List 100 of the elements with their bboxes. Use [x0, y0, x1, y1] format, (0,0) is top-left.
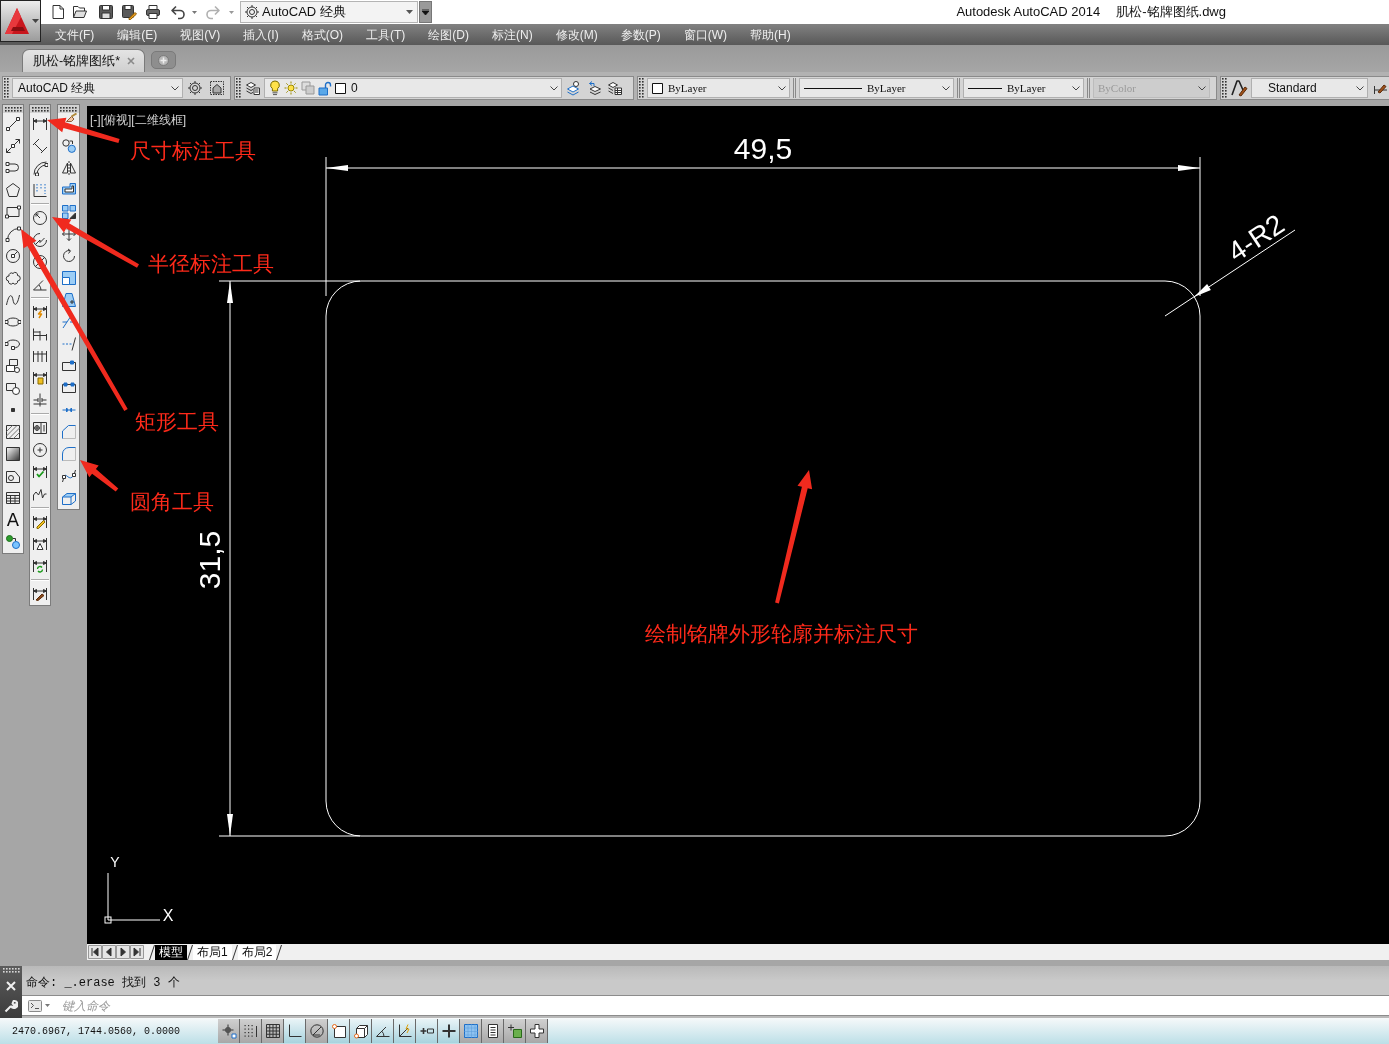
command-line-field[interactable]: 键入命令: [22, 995, 1389, 1016]
dimension-break-icon[interactable]: [32, 392, 48, 408]
linear-dimension-icon[interactable]: [32, 116, 48, 132]
command-input[interactable]: 键入命令: [62, 997, 1389, 1014]
text-style-icon[interactable]: [1230, 79, 1248, 97]
menu-item[interactable]: 文件(F): [55, 28, 95, 41]
beveled-corner-icon[interactable]: [60, 424, 77, 440]
gradient-icon[interactable]: [5, 446, 21, 462]
spline-icon[interactable]: [5, 292, 21, 308]
plus-circle-icon[interactable]: [158, 54, 169, 66]
copy-icon[interactable]: [60, 138, 77, 154]
eraser-icon[interactable]: [66, 113, 77, 122]
layer-states-icon[interactable]: [607, 80, 623, 96]
layer-properties-icon[interactable]: [245, 80, 261, 96]
curve-nodes-icon[interactable]: [60, 468, 77, 484]
gear-icon[interactable]: [187, 80, 203, 96]
workspace-dropdown[interactable]: AutoCAD 经典: [12, 78, 183, 98]
menu-item[interactable]: 插入(I): [243, 28, 279, 41]
layer-dropdown[interactable]: 0: [264, 78, 562, 98]
center-mark-icon[interactable]: [32, 442, 48, 458]
ordinate-dimension-icon[interactable]: [32, 182, 48, 198]
caret-down-icon[interactable]: [32, 19, 39, 23]
print-icon[interactable]: [145, 4, 161, 20]
dimension-text-edit-icon[interactable]: [32, 536, 48, 552]
ellipse-arc-icon[interactable]: [5, 336, 21, 352]
radius-dimension-icon[interactable]: [32, 210, 48, 226]
menu-item[interactable]: 窗口(W): [683, 28, 727, 41]
rectangle-two-markers-icon[interactable]: [60, 380, 77, 396]
aligned-dimension-icon[interactable]: [32, 138, 48, 154]
extend-line-icon[interactable]: [60, 336, 77, 352]
grip-icon[interactable]: [4, 106, 22, 112]
bulb-icon[interactable]: [269, 80, 281, 96]
continue-dimension-icon[interactable]: [32, 348, 48, 364]
jogged-radius-icon[interactable]: [32, 232, 48, 248]
next-layout-icon[interactable]: [116, 945, 130, 959]
color-swatch-icon[interactable]: [335, 82, 346, 94]
caret-down-icon[interactable]: [192, 10, 197, 14]
grip-icon[interactable]: [31, 106, 49, 112]
command-line-handle[interactable]: [0, 966, 22, 1018]
chevron-down-icon[interactable]: [942, 85, 950, 91]
wrench-icon[interactable]: [4, 999, 18, 1013]
menu-item[interactable]: 帮助(H): [750, 28, 791, 41]
menu-item[interactable]: 视图(V): [180, 28, 221, 41]
grip-icon[interactable]: [4, 78, 9, 98]
layer-make-current-icon[interactable]: [566, 80, 582, 96]
rotate-icon[interactable]: [60, 248, 77, 264]
drawing-canvas[interactable]: [-][俯视][二维线框] 尺寸标注工具 49,5 4-R2 半径标注工具 矩形工具 圆角工具 31,5 绘制铭牌外形轮廓并标注尺寸 Y X: [87, 106, 1389, 944]
layer-previous-icon[interactable]: [586, 80, 602, 96]
box-icon[interactable]: [60, 490, 77, 506]
undo-icon[interactable]: [170, 4, 186, 20]
unlocked-icon[interactable]: [318, 80, 332, 96]
gear-icon[interactable]: [244, 4, 260, 20]
app-logo-icon[interactable]: [4, 7, 30, 35]
ellipse-icon[interactable]: [5, 314, 21, 330]
rectangle-marker-icon[interactable]: [60, 358, 77, 374]
grip-icon[interactable]: [639, 78, 644, 98]
first-layout-icon[interactable]: [88, 945, 102, 959]
dimension-edit-icon[interactable]: [32, 514, 48, 530]
workspace-dropdown[interactable]: AutoCAD 经典: [240, 1, 418, 23]
chevron-down-icon[interactable]: [550, 85, 558, 91]
open-folder-icon[interactable]: [72, 4, 88, 20]
command-prompt-icon[interactable]: [28, 999, 42, 1012]
lineweight-dropdown[interactable]: ByLayer: [963, 78, 1084, 98]
table-icon[interactable]: [5, 490, 21, 506]
arc-icon[interactable]: [5, 226, 21, 242]
shape-with-hole-icon[interactable]: [5, 468, 21, 484]
grip-icon[interactable]: [236, 78, 241, 98]
hatch-icon[interactable]: [5, 424, 21, 440]
grip-icon[interactable]: [1222, 78, 1227, 98]
new-file-icon[interactable]: [50, 4, 66, 20]
text-style-dropdown[interactable]: Standard: [1251, 78, 1368, 98]
house-frame-icon[interactable]: [209, 80, 225, 96]
chevron-down-icon[interactable]: [1072, 85, 1080, 91]
add-selected-icon[interactable]: [5, 534, 21, 550]
new-tab-button[interactable]: [151, 51, 176, 69]
arc-length-dimension-icon[interactable]: [32, 160, 48, 176]
polyline-icon[interactable]: [5, 160, 21, 176]
layout-tab[interactable]: 布局2: [237, 944, 277, 960]
tolerance-frame-icon[interactable]: [32, 420, 48, 436]
mirror-icon[interactable]: [60, 160, 77, 176]
line-icon[interactable]: [5, 116, 21, 132]
circle-icon[interactable]: [5, 248, 21, 264]
dropdown-bar-icon[interactable]: [422, 9, 429, 15]
text-tool-icon[interactable]: A: [6, 511, 20, 529]
offset-icon[interactable]: [60, 182, 77, 198]
quick-dimension-icon[interactable]: [32, 304, 48, 320]
rounded-corner-icon[interactable]: [60, 446, 77, 462]
dimension-style-icon[interactable]: [32, 586, 48, 602]
move-icon[interactable]: [60, 226, 77, 242]
stacked-shapes-icon[interactable]: [5, 358, 21, 374]
menu-item[interactable]: 编辑(E): [117, 28, 158, 41]
dimension-update-icon[interactable]: [32, 558, 48, 574]
scale-icon[interactable]: [60, 270, 77, 286]
save-icon[interactable]: [98, 4, 114, 20]
rectangle-icon[interactable]: [5, 204, 21, 220]
previous-layout-icon[interactable]: [102, 945, 116, 959]
layout-tab[interactable]: 布局1: [193, 944, 232, 960]
grip-icon[interactable]: [2, 968, 20, 973]
color-swatch-icon[interactable]: [652, 82, 663, 94]
pentagon-icon[interactable]: [5, 182, 21, 198]
